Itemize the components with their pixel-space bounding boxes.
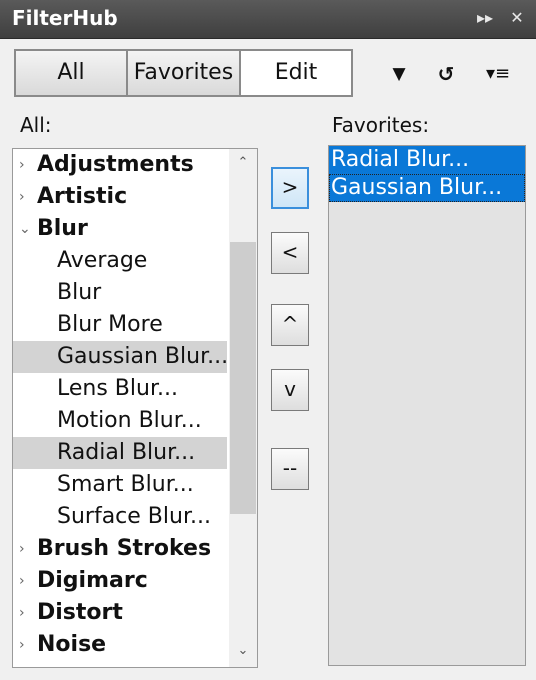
favorite-item[interactable]: Radial Blur... [329,146,525,174]
tree-category[interactable]: › Adjustments [13,149,227,181]
chevron-right-icon[interactable]: › [19,149,25,181]
tab-favorites[interactable]: Favorites [128,51,241,95]
tree-category[interactable]: › Digimarc [13,565,227,597]
tree-item-label: Gaussian Blur... [57,344,229,369]
scroll-down-icon[interactable]: ⌄ [229,639,257,663]
chevron-right-icon[interactable]: › [19,565,25,597]
tree-item-label: Artistic [37,184,128,209]
chevron-right-icon[interactable]: › [19,181,25,213]
tree-item[interactable]: Surface Blur... [13,501,227,533]
tree-item-label: Blur [37,216,88,241]
tree-category[interactable]: › Artistic [13,181,227,213]
tree-item-label: Brush Strokes [37,536,212,561]
remove-from-favorites-button[interactable]: < [271,232,309,274]
tree-item-label: Motion Blur... [57,408,202,433]
window-title: FilterHub [12,6,118,30]
scroll-thumb[interactable] [230,242,256,514]
tree-category[interactable]: › Distort [13,597,227,629]
chevron-right-icon[interactable]: › [19,533,25,565]
move-down-button[interactable]: v [271,369,309,411]
chevron-down-icon[interactable]: ⌄ [19,213,31,245]
chevron-right-icon[interactable]: › [19,629,25,661]
tab-all[interactable]: All [16,51,128,95]
tree-item[interactable]: Lens Blur... [13,373,227,405]
panel-body: All Favorites Edit ▼ ↺ ▾≡ All: Favorites… [2,39,534,678]
refresh-icon[interactable]: ↺ [433,61,459,87]
view-tabs: All Favorites Edit [14,49,353,97]
tree-item-label: Distort [37,600,123,625]
tree-item[interactable]: Radial Blur... [13,437,227,469]
filter-tree: › Adjustments › Artistic ⌄ Blur Average Blur Blu… [13,149,229,661]
tree-item[interactable]: Gaussian Blur... [13,341,229,373]
chevron-right-icon[interactable]: › [19,597,25,629]
title-bar: FilterHub ▸▸ ✕ [0,0,536,39]
move-up-button[interactable]: ^ [271,304,309,346]
tree-item-label: Adjustments [37,152,194,177]
tree-category[interactable]: ⌄ Blur [13,213,227,245]
favorite-item[interactable]: Gaussian Blur... [329,174,525,202]
tree-item[interactable]: Blur [13,277,227,309]
tree-item-label: Blur More [57,312,163,337]
tree-item-label: Surface Blur... [57,504,211,529]
add-separator-button[interactable]: -- [271,448,309,490]
tree-item-label: Smart Blur... [57,472,194,497]
tree-category[interactable]: › Brush Strokes [13,533,227,565]
dropdown-arrow-icon[interactable]: ▼ [386,61,412,87]
tree-item-label: Digimarc [37,568,148,593]
favorites-list[interactable]: Radial Blur... Gaussian Blur... [328,145,526,666]
tab-edit[interactable]: Edit [241,51,351,95]
tree-item[interactable]: Motion Blur... [13,405,227,437]
favorites-label: Favorites: [332,113,430,137]
add-to-favorites-button[interactable]: > [271,167,309,209]
tree-item-label: Radial Blur... [57,440,196,465]
scrollbar[interactable]: ⌃ ⌄ [229,149,257,667]
tree-item[interactable]: Blur More [13,309,227,341]
tree-item[interactable]: Smart Blur... [13,469,227,501]
tree-item-label: Blur [57,280,102,305]
all-filters-list[interactable]: › Adjustments › Artistic ⌄ Blur Average Blur Blu… [12,148,258,668]
tree-category[interactable]: › Noise [13,629,227,661]
tree-item-label: Noise [37,632,107,657]
collapse-panel-icon[interactable]: ▸▸ [474,8,496,30]
panel-menu-icon[interactable]: ▾≡ [480,61,516,87]
tree-item-label: Average [57,248,148,273]
close-icon[interactable]: ✕ [506,8,528,30]
tree-item[interactable]: Average [13,245,227,277]
tree-item-label: Lens Blur... [57,376,178,401]
all-label: All: [20,113,52,137]
scroll-up-icon[interactable]: ⌃ [229,151,257,175]
